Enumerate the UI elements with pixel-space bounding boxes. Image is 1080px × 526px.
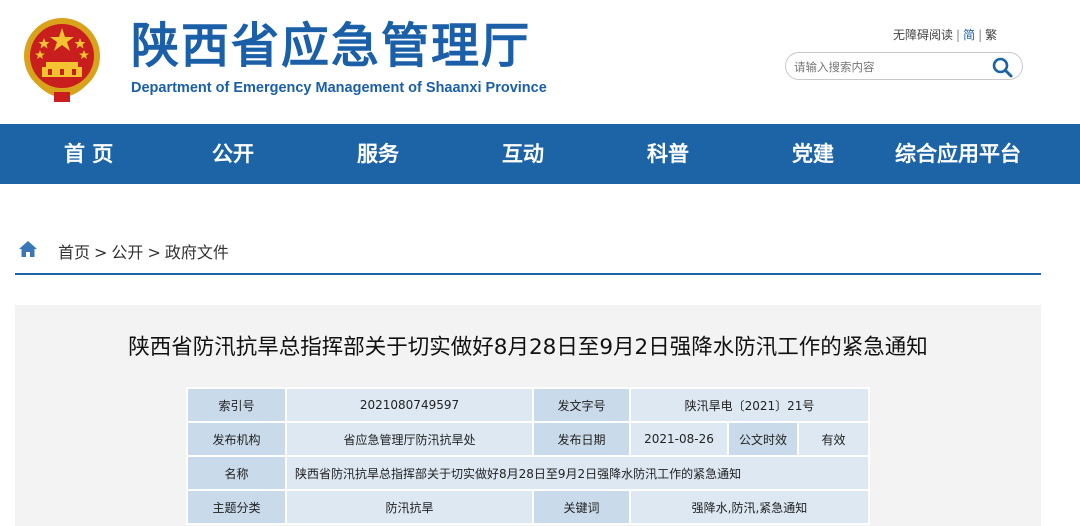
site-title: 陕西省应急管理厅 <box>131 18 532 74</box>
table-row: 索引号 2021080749597 发文字号 陕汛旱电〔2021〕21号 <box>186 387 870 423</box>
site-subtitle: Department of Emergency Management of Sh… <box>131 80 547 96</box>
keywords-value: 强降水,防汛,紧急通知 <box>629 489 870 525</box>
main-nav: 首 页 公开 服务 互动 科普 党建 综合应用平台 <box>0 124 1080 184</box>
doc-no-value: 陕汛旱电〔2021〕21号 <box>629 387 870 423</box>
nav-item-home[interactable]: 首 页 <box>64 124 113 184</box>
divider: | <box>978 28 983 42</box>
name-value: 陕西省防汛抗旱总指挥部关于切实做好8月28日至9月2日强降水防汛工作的紧急通知 <box>285 455 870 491</box>
nav-item-party[interactable]: 党建 <box>792 124 834 184</box>
document-meta-table: 索引号 2021080749597 发文字号 陕汛旱电〔2021〕21号 发布机… <box>186 387 870 525</box>
divider: | <box>956 28 961 42</box>
nav-item-science[interactable]: 科普 <box>647 124 689 184</box>
site-header: 陕西省应急管理厅 Department of Emergency Managem… <box>0 0 1080 124</box>
home-icon[interactable] <box>18 240 38 258</box>
accessibility-link[interactable]: 无障碍阅读 <box>893 28 953 42</box>
breadcrumb-item-home[interactable]: 首页 <box>58 243 90 262</box>
search-icon[interactable] <box>990 55 1014 79</box>
validity-label: 公文时效 <box>727 421 799 457</box>
nav-item-service[interactable]: 服务 <box>357 124 399 184</box>
date-label: 发布日期 <box>532 421 631 457</box>
search-input[interactable] <box>794 57 984 77</box>
doc-no-label: 发文字号 <box>532 387 631 423</box>
index-label: 索引号 <box>186 387 287 423</box>
breadcrumb-separator: > <box>147 243 161 262</box>
topic-value: 防汛抗旱 <box>285 489 534 525</box>
index-value: 2021080749597 <box>285 387 534 423</box>
publisher-value: 省应急管理厅防汛抗旱处 <box>285 421 534 457</box>
breadcrumb-divider <box>15 273 1041 275</box>
nav-item-interaction[interactable]: 互动 <box>502 124 544 184</box>
traditional-chinese-link[interactable]: 繁 <box>985 28 997 42</box>
keywords-label: 关键词 <box>532 489 631 525</box>
nav-item-platform[interactable]: 综合应用平台 <box>895 124 1021 184</box>
search-box <box>785 52 1023 80</box>
table-row: 名称 陕西省防汛抗旱总指挥部关于切实做好8月28日至9月2日强降水防汛工作的紧急… <box>186 455 870 491</box>
topic-label: 主题分类 <box>186 489 287 525</box>
nav-item-public[interactable]: 公开 <box>212 124 254 184</box>
table-row: 发布机构 省应急管理厅防汛抗旱处 发布日期 2021-08-26 公文时效 有效 <box>186 421 870 457</box>
publisher-label: 发布机构 <box>186 421 287 457</box>
breadcrumb-separator: > <box>94 243 108 262</box>
breadcrumb-item-gov-docs[interactable]: 政府文件 <box>165 243 229 262</box>
national-emblem-icon <box>24 18 100 102</box>
breadcrumb-item-public[interactable]: 公开 <box>111 243 143 262</box>
utility-links: 无障碍阅读 | 简 | 繁 <box>893 26 997 43</box>
article-title: 陕西省防汛抗旱总指挥部关于切实做好8月28日至9月2日强降水防汛工作的紧急通知 <box>128 335 928 360</box>
date-value: 2021-08-26 <box>629 421 729 457</box>
name-label: 名称 <box>186 455 287 491</box>
validity-value: 有效 <box>797 421 870 457</box>
table-row: 主题分类 防汛抗旱 关键词 强降水,防汛,紧急通知 <box>186 489 870 525</box>
simplified-chinese-link[interactable]: 简 <box>963 28 975 42</box>
